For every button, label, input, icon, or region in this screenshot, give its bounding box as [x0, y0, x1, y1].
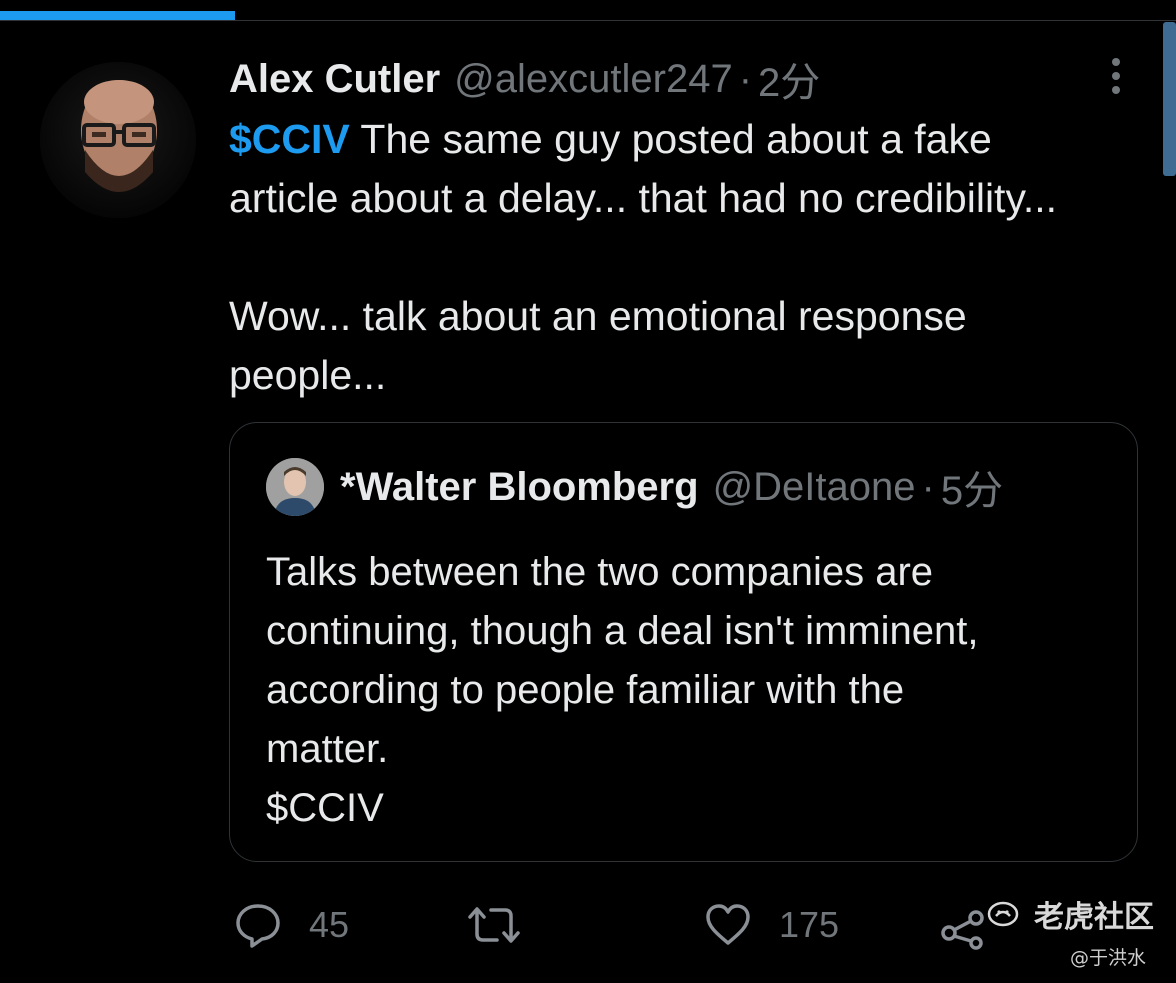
- share-icon: [941, 910, 984, 950]
- header-separator: ·: [738, 56, 753, 101]
- quoted-author-avatar: [266, 458, 324, 516]
- author-avatar[interactable]: [40, 62, 196, 218]
- tweet-timestamp[interactable]: 2分: [758, 50, 820, 108]
- share-button[interactable]: [939, 892, 989, 958]
- more-vertical-icon: [1112, 58, 1120, 66]
- watermark-brand-text: 老虎社区: [1034, 900, 1154, 935]
- quoted-author-avatar-image: [266, 458, 324, 516]
- scrollbar-thumb[interactable]: [1163, 22, 1176, 176]
- top-divider: [0, 20, 1176, 21]
- retweet-button[interactable]: [467, 892, 547, 958]
- quoted-text-line: matter.: [266, 727, 389, 771]
- tweet-text: $CCIV The same guy posted about a fake a…: [229, 110, 1149, 405]
- like-icon: [706, 904, 750, 945]
- watermark-brand: 老虎社区: [986, 893, 1154, 935]
- cashtag-link[interactable]: $CCIV: [229, 116, 350, 162]
- quoted-text-line: $CCIV: [266, 786, 384, 830]
- quoted-tweet-text: Talks between the two companies are cont…: [266, 543, 1126, 838]
- tweet-text-line: Wow... talk about an emotional response: [229, 293, 967, 339]
- tweet-text-line: article about a delay... that had no cre…: [229, 175, 1058, 221]
- like-count: 175: [779, 904, 840, 945]
- quoted-text-line: continuing, though a deal isn't imminent…: [266, 609, 979, 653]
- author-handle[interactable]: @alexcutler247: [454, 57, 733, 102]
- tweet-text-line: $CCIV The same guy posted about a fake: [229, 110, 1149, 169]
- tweet-header: Alex Cutler @alexcutler247 · 2分: [229, 54, 820, 106]
- quoted-tweet-header: *Walter Bloomberg @DeItaone · 5分: [340, 461, 1004, 514]
- quoted-text-line: according to people familiar with the: [266, 668, 905, 712]
- reply-button[interactable]: 45: [233, 892, 349, 958]
- reply-count: 45: [309, 904, 350, 945]
- quoted-text-line: Talks between the two companies are: [266, 550, 934, 594]
- reply-icon: [236, 904, 280, 948]
- quoted-author-name: *Walter Bloomberg: [340, 464, 699, 509]
- loading-progress-indicator: [0, 11, 235, 20]
- tweet-text-line: [229, 228, 1149, 287]
- watermark-user: @于洪水: [1070, 947, 1147, 969]
- more-vertical-icon-dot: [1112, 72, 1120, 80]
- tweet-text-span: The same guy posted about a fake: [349, 116, 992, 162]
- tweet-text-line: people...: [229, 352, 387, 398]
- quoted-author-handle: @DeItaone: [712, 464, 916, 509]
- author-name[interactable]: Alex Cutler: [229, 57, 440, 102]
- quoted-tweet-card[interactable]: *Walter Bloomberg @DeItaone · 5分 Talks b…: [229, 422, 1138, 862]
- quoted-tweet-timestamp: 5分: [940, 469, 1004, 513]
- more-options-button[interactable]: [1100, 52, 1132, 100]
- like-button[interactable]: 175: [703, 892, 839, 958]
- more-vertical-icon-dot: [1112, 86, 1120, 94]
- retweet-icon: [468, 907, 520, 943]
- quoted-header-separator: ·: [921, 464, 935, 509]
- tiger-logo-icon: [987, 901, 1019, 927]
- author-avatar-image: [40, 62, 196, 218]
